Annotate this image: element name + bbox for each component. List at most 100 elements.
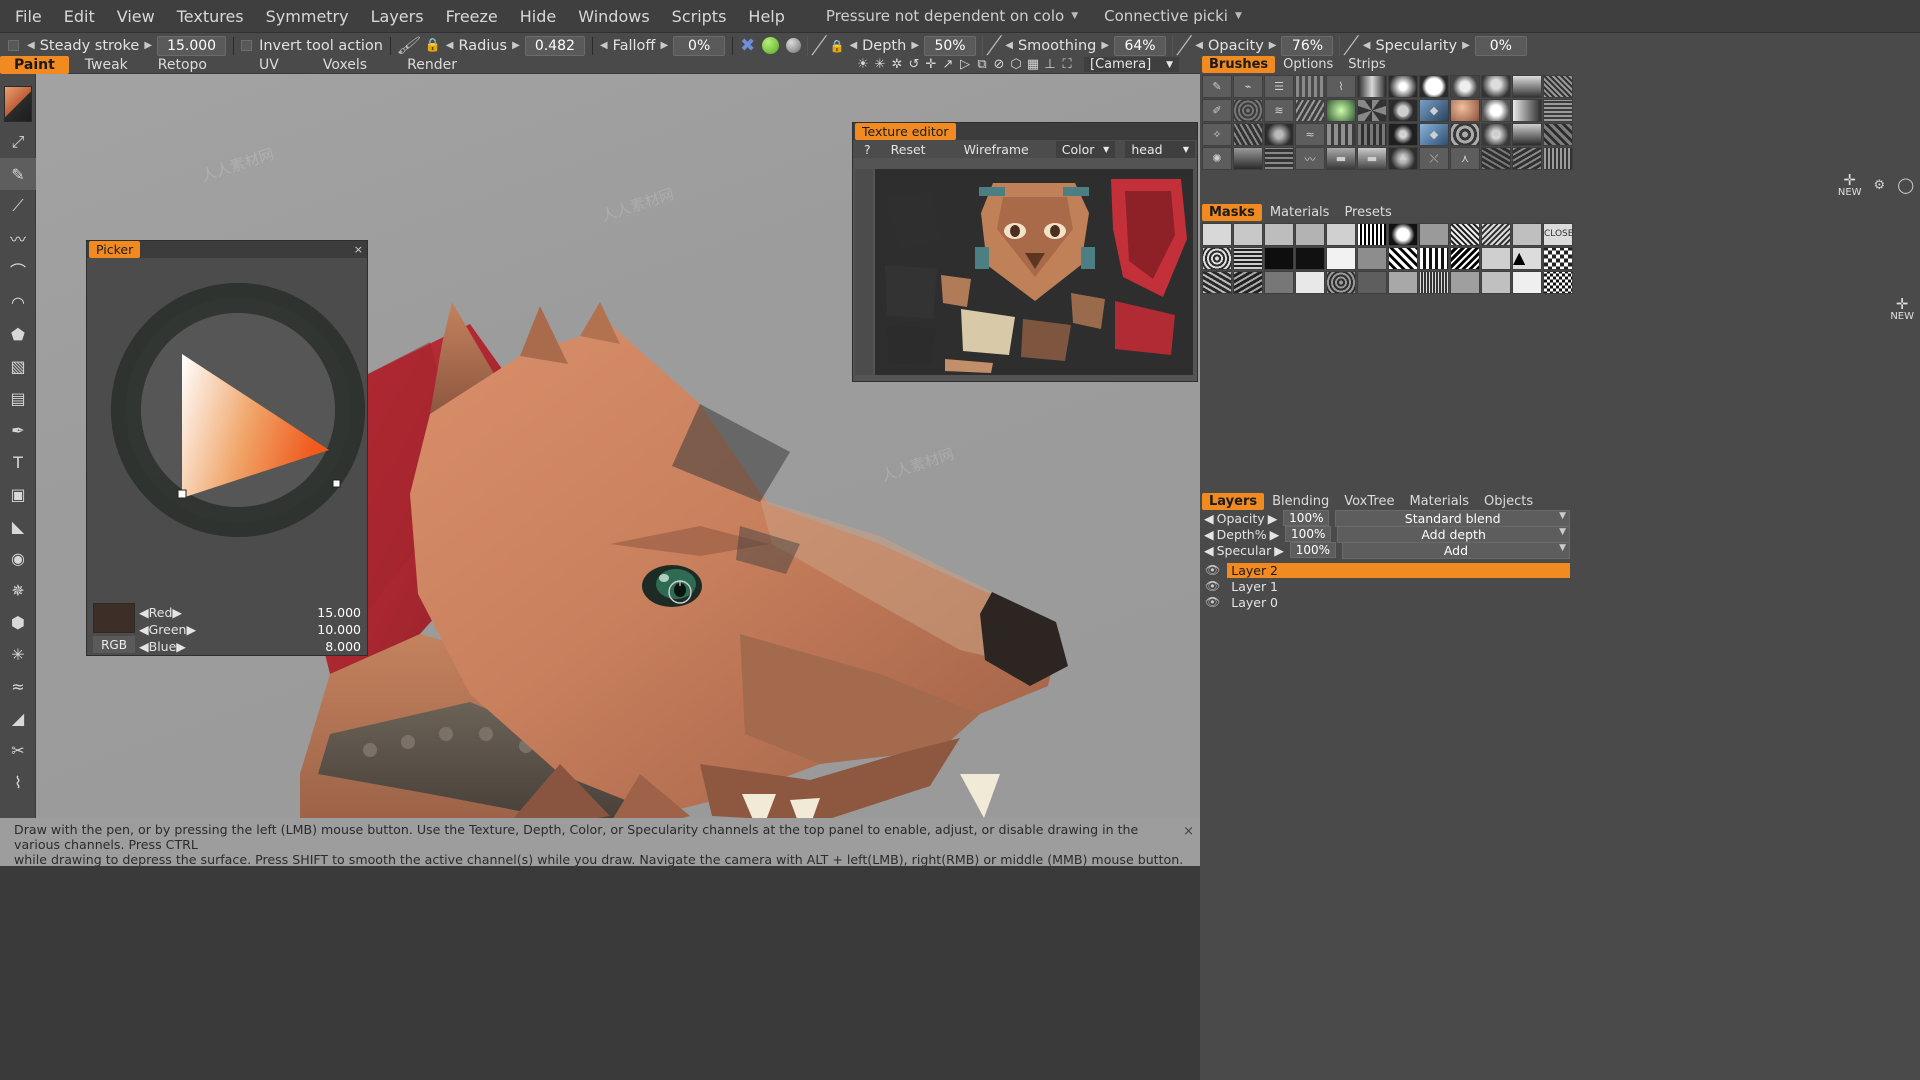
color-swatch[interactable] [4, 86, 32, 122]
tab-masks[interactable]: Masks [1202, 204, 1262, 221]
mask-grid[interactable]: CLOSE ▲ [1200, 221, 1920, 296]
mask-cell[interactable] [1202, 271, 1232, 294]
texture-channel-toggle[interactable]: ✖ [740, 35, 755, 56]
menu-layers[interactable]: Layers [360, 4, 435, 29]
brush-cell[interactable] [1512, 123, 1542, 146]
layer-item-layer-0[interactable]: 👁 Layer 0 [1200, 594, 1570, 610]
falloff-spinner[interactable]: ◀ Falloff ▶ 0% [600, 35, 726, 56]
picker-window[interactable]: Picker × RGB ◀Red▶ 15.000 ◀Green▶ 10.000… [86, 240, 368, 656]
brush-cell[interactable]: ✐ [1202, 99, 1232, 122]
layer-blend-mode[interactable]: Standard blend ▼ [1335, 509, 1570, 527]
brush-cell[interactable] [1326, 123, 1356, 146]
mirror-icon[interactable]: ⧉ [974, 57, 990, 73]
picker-field-green[interactable]: ◀Green▶ 10.000 [87, 621, 369, 638]
new-mask-button[interactable]: ✛ NEW [1890, 296, 1914, 322]
connective-dropdown[interactable]: Connective picki ▼ [1096, 4, 1250, 28]
mesh-select[interactable]: head ▼ [1125, 140, 1195, 158]
tab-layers[interactable]: Layers [1202, 493, 1265, 510]
depth-slash-icon[interactable]: ╱ [812, 36, 827, 56]
brush-cell[interactable]: ▬ [1326, 147, 1356, 170]
mask-cell[interactable] [1357, 271, 1387, 294]
new-brush-button[interactable]: ✛ NEW [1838, 172, 1862, 198]
reset-button[interactable]: Reset [882, 141, 935, 158]
tab-strips[interactable]: Strips [1341, 56, 1392, 73]
brush-settings-icon[interactable]: ⚙ [1874, 178, 1886, 193]
tab-uv[interactable]: UV [245, 56, 293, 74]
mask-cell[interactable] [1326, 247, 1356, 270]
mask-cell[interactable] [1233, 223, 1263, 246]
tool-eraser[interactable]: ◣ [0, 510, 36, 542]
layer-specular-mode[interactable]: Add ▼ [1341, 541, 1570, 559]
brush-grid[interactable]: ✎ ⌁ ☰ ⌇ ✐ ≋ ⬤ ◆ ✧ ≈ ✺ ◆ ✹ ✺ 〰 ▬ ▬ ♠ ⤬ ⋏ [1200, 73, 1920, 172]
menu-file[interactable]: File [4, 4, 53, 29]
tab-paint[interactable]: Paint [0, 55, 69, 74]
mask-cell[interactable] [1512, 223, 1542, 246]
menu-textures[interactable]: Textures [166, 4, 255, 29]
tab-render[interactable]: Render [393, 56, 471, 74]
layer-specular-row[interactable]: ◀ Specular ▶ 100% Add ▼ [1200, 541, 1570, 559]
tool-stroke[interactable]: 〰 [0, 222, 36, 254]
layer-depth-row[interactable]: ◀ Depth% ▶ 100% Add depth ▼ [1200, 525, 1570, 543]
cube-icon[interactable]: ⬡ [1008, 57, 1024, 73]
mask-cell[interactable] [1295, 271, 1325, 294]
smoothing-value[interactable]: 64% [1114, 35, 1167, 56]
brush-cell[interactable]: ⤬ [1419, 147, 1449, 170]
depth-value[interactable]: 50% [924, 35, 977, 56]
layer-depth-mode[interactable]: Add depth ▼ [1337, 525, 1570, 543]
mask-cell[interactable] [1543, 271, 1573, 294]
layer-item-layer-1[interactable]: 👁 Layer 1 [1200, 578, 1570, 594]
texture-editor-window[interactable]: Texture editor ? Reset Wireframe Color ▼… [852, 122, 1198, 382]
brush-cell[interactable] [1512, 147, 1542, 170]
brush-cell[interactable]: ✹ [1481, 123, 1511, 146]
brush-cell[interactable] [1233, 123, 1263, 146]
mask-cell[interactable] [1481, 223, 1511, 246]
brush-cell[interactable] [1295, 75, 1325, 98]
channel-select[interactable]: Color ▼ [1055, 140, 1116, 158]
texture-editor-titlebar[interactable]: Texture editor [853, 123, 1197, 140]
brush-cell[interactable] [1264, 147, 1294, 170]
fullscreen-icon[interactable]: ⛶ [1059, 57, 1075, 73]
tool-scissors[interactable]: ✂ [0, 734, 36, 766]
snap-icon[interactable]: ↗ [940, 57, 956, 73]
undo-icon[interactable]: ↺ [906, 57, 922, 73]
mask-cell[interactable] [1233, 247, 1263, 270]
steady-stroke-checkbox[interactable] [8, 40, 19, 51]
brush-cell[interactable] [1357, 99, 1387, 122]
brush-cell[interactable] [1419, 75, 1449, 98]
brush-cell[interactable]: ♠ [1388, 147, 1418, 170]
tool-copy[interactable]: ▤ [0, 382, 36, 414]
mask-cell[interactable] [1295, 247, 1325, 270]
opacity-spinner[interactable]: ◀ Opacity ▶ 76% [1195, 35, 1334, 56]
tool-spline[interactable]: ◠ [0, 286, 36, 318]
opacity-value[interactable]: 76% [1281, 35, 1334, 56]
eye-icon[interactable]: 👁 [1205, 563, 1220, 577]
axis-icon[interactable]: ⊥ [1042, 57, 1058, 73]
brush-cell[interactable] [1233, 99, 1263, 122]
tool-curve[interactable]: ⌒ [0, 254, 36, 286]
specularity-value[interactable]: 0% [1474, 35, 1527, 56]
mask-cell[interactable] [1481, 271, 1511, 294]
specular-channel-toggle[interactable] [786, 38, 802, 53]
mask-cell[interactable] [1202, 247, 1232, 270]
layer-depth-value[interactable]: 100% [1285, 526, 1332, 542]
help-button[interactable]: ? [855, 141, 880, 158]
brush-cell[interactable]: 〰 [1295, 147, 1325, 170]
brush-cell[interactable]: ⌁ [1233, 75, 1263, 98]
mask-cell[interactable] [1326, 271, 1356, 294]
menu-scripts[interactable]: Scripts [661, 4, 738, 29]
layer-specular-value[interactable]: 100% [1289, 542, 1336, 558]
tool-cube[interactable]: ⬢ [0, 606, 36, 638]
brush-cell[interactable]: ◆ [1419, 99, 1449, 122]
tab-voxtree[interactable]: VoxTree [1337, 493, 1401, 510]
camera-select[interactable]: [Camera] ▼ [1084, 57, 1179, 72]
lock-icon[interactable]: 🔒 [829, 39, 844, 53]
tool-pen[interactable]: ✒ [0, 414, 36, 446]
tool-layer[interactable]: ▣ [0, 478, 36, 510]
brush-cell[interactable] [1543, 147, 1573, 170]
blue-value[interactable]: 8.000 [325, 639, 361, 654]
mask-cell[interactable] [1233, 271, 1263, 294]
tab-objects[interactable]: Objects [1477, 493, 1540, 510]
brush-cell[interactable] [1388, 75, 1418, 98]
mask-cell[interactable] [1388, 247, 1418, 270]
mask-cell[interactable] [1419, 223, 1449, 246]
